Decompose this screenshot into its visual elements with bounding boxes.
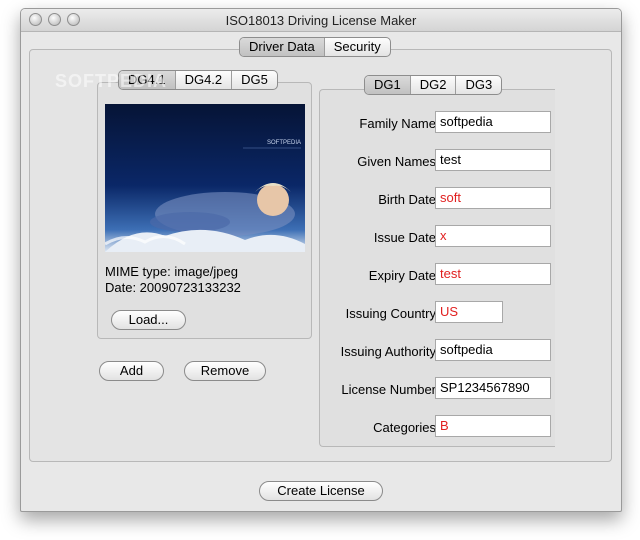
categories-label: Categories — [373, 420, 436, 435]
main-tabs: Driver Data Security — [239, 37, 391, 57]
driver-photo: SOFTPEDIA — [105, 104, 305, 252]
photo-artwork: SOFTPEDIA — [105, 140, 305, 252]
birth-date-label: Birth Date — [378, 192, 436, 207]
family-name-field[interactable]: softpedia — [435, 111, 551, 133]
categories-field[interactable]: B — [435, 415, 551, 437]
given-names-field[interactable]: test — [435, 149, 551, 171]
title-bar: ISO18013 Driving License Maker — [21, 9, 621, 32]
family-name-label: Family Name — [359, 116, 436, 131]
expiry-date-field[interactable]: test — [435, 263, 551, 285]
expiry-date-label: Expiry Date — [368, 268, 436, 283]
given-names-label: Given Names — [357, 154, 436, 169]
watermark: SOFTPEDIA — [55, 71, 168, 91]
tab-dg5[interactable]: DG5 — [232, 71, 277, 89]
form-rows: Family Name softpedia Given Names test B… — [319, 89, 621, 447]
photo-banner: SOFTPEDIA — [267, 140, 301, 146]
birth-date-field[interactable]: soft — [435, 187, 551, 209]
create-license-button[interactable]: Create License — [259, 481, 383, 501]
issuing-country-label: Issuing Country — [345, 306, 436, 321]
license-number-label: License Number — [341, 382, 436, 397]
tab-driver-data[interactable]: Driver Data — [240, 38, 325, 56]
issue-date-field[interactable]: x — [435, 225, 551, 247]
window-title: ISO18013 Driving License Maker — [225, 13, 417, 28]
tab-security[interactable]: Security — [325, 38, 390, 56]
load-button[interactable]: Load... — [111, 310, 186, 330]
app-window: ISO18013 Driving License Maker Driver Da… — [20, 8, 622, 512]
remove-button[interactable]: Remove — [184, 361, 266, 381]
license-number-field[interactable]: SP1234567890 — [435, 377, 551, 399]
photo-date-text: Date: 20090723133232 — [105, 280, 241, 295]
tab-dg4-2[interactable]: DG4.2 — [176, 71, 233, 89]
issue-date-label: Issue Date — [373, 230, 436, 245]
mime-type-text: MIME type: image/jpeg — [105, 264, 238, 279]
issuing-country-field[interactable]: US — [435, 301, 503, 323]
issuing-authority-field[interactable]: softpedia — [435, 339, 551, 361]
add-button[interactable]: Add — [99, 361, 164, 381]
issuing-authority-label: Issuing Authority — [340, 344, 436, 359]
